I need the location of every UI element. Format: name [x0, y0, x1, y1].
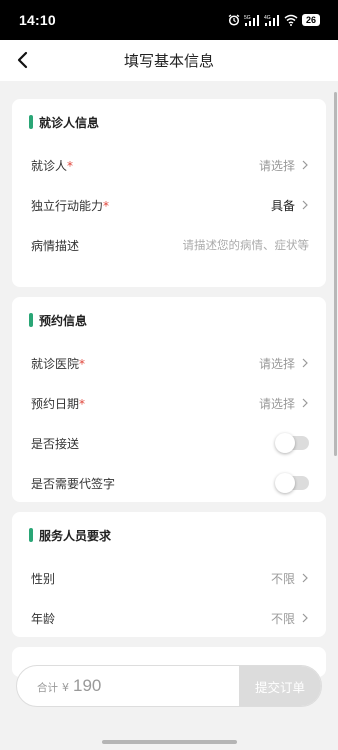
total-label: 合计 [37, 682, 58, 694]
row-value-group: 不限 [271, 570, 309, 587]
section-header: 服务人员要求 [12, 512, 326, 558]
pickup-toggle-row: 是否接送 [12, 423, 326, 463]
battery-icon: 26 [301, 14, 320, 26]
status-icons: 5G 4G 26 [228, 14, 320, 26]
chevron-right-icon [302, 613, 308, 623]
row-value-group: 请选择 [259, 395, 309, 412]
required-mark: * [79, 396, 86, 411]
row-label: 就诊人* [31, 157, 73, 174]
order-total: 合计 ¥ 190 [17, 676, 239, 696]
required-mark: * [103, 198, 110, 213]
row-value: 具备 [270, 198, 295, 213]
svg-text:4G: 4G [264, 15, 271, 21]
chevron-right-icon [302, 398, 308, 408]
section-header: 就诊人信息 [12, 99, 326, 145]
row-value-group: 请选择 [259, 355, 309, 372]
chevron-left-icon [17, 51, 28, 69]
condition-description-input[interactable]: 请描述您的病情、症状等 [183, 237, 310, 253]
currency-symbol: ¥ [62, 681, 69, 694]
home-indicator[interactable] [102, 740, 237, 744]
row-label: 性别 [31, 571, 56, 586]
required-mark: * [67, 158, 74, 173]
wifi-icon [284, 14, 298, 26]
appointment-info-card: 预约信息 就诊医院* 请选择 预约日期* 请选择 是否接送 是否需要代签字 [12, 297, 326, 502]
total-amount: 190 [73, 676, 102, 695]
page-title: 填写基本信息 [123, 52, 214, 70]
patient-info-card: 就诊人信息 就诊人* 请选择 独立行动能力* 具备 病情描述 请描述您的病情、症… [12, 99, 326, 287]
chevron-right-icon [302, 358, 308, 368]
proxy-sign-toggle[interactable] [275, 473, 309, 493]
submit-order-button[interactable]: 提交订单 [239, 666, 321, 706]
signal-5g-icon: 5G [244, 15, 259, 26]
row-value-group: 具备 [271, 197, 309, 214]
status-bar: 14:10 5G 4G 26 [0, 0, 338, 40]
back-button[interactable] [12, 50, 32, 70]
scrollbar[interactable] [334, 92, 337, 456]
row-value: 请选择 [258, 356, 295, 371]
status-time: 14:10 [19, 12, 56, 28]
row-label: 就诊医院* [31, 355, 85, 372]
proxy-sign-toggle-row: 是否需要代签字 [12, 463, 326, 503]
nav-bar: 填写基本信息 [0, 40, 338, 81]
row-label-text: 就诊人 [31, 158, 68, 173]
row-value: 不限 [270, 611, 295, 626]
toggle-knob [275, 433, 295, 453]
chevron-right-icon [302, 200, 308, 210]
row-label: 独立行动能力* [31, 197, 109, 214]
section-accent-bar [29, 313, 33, 327]
row-label: 是否接送 [31, 436, 80, 451]
section-accent-bar [29, 115, 33, 129]
toggle-knob [275, 473, 295, 493]
row-value-group: 请选择 [259, 157, 309, 174]
row-label: 预约日期* [31, 395, 85, 412]
row-label-text: 就诊医院 [31, 356, 80, 371]
row-label-text: 预约日期 [31, 396, 80, 411]
section-header: 预约信息 [12, 297, 326, 343]
svg-text:5G: 5G [244, 15, 251, 21]
signal-4g-icon: 4G [264, 15, 279, 26]
section-title: 就诊人信息 [39, 115, 100, 130]
age-select-row[interactable]: 年龄 不限 [12, 598, 326, 638]
section-accent-bar [29, 528, 33, 542]
staff-requirement-card: 服务人员要求 性别 不限 年龄 不限 [12, 512, 326, 637]
date-select-row[interactable]: 预约日期* 请选择 [12, 383, 326, 423]
row-value: 请选择 [258, 396, 295, 411]
order-bar: 合计 ¥ 190 提交订单 [16, 665, 322, 707]
required-mark: * [79, 356, 86, 371]
form-content: 就诊人信息 就诊人* 请选择 独立行动能力* 具备 病情描述 请描述您的病情、症… [0, 81, 338, 750]
chevron-right-icon [302, 160, 308, 170]
pickup-toggle[interactable] [275, 433, 309, 453]
row-value: 不限 [270, 571, 295, 586]
section-title: 预约信息 [39, 313, 88, 328]
patient-select-row[interactable]: 就诊人* 请选择 [12, 145, 326, 185]
gender-select-row[interactable]: 性别 不限 [12, 558, 326, 598]
row-label: 是否需要代签字 [31, 476, 116, 491]
row-value-group: 不限 [271, 610, 309, 627]
mobility-select-row[interactable]: 独立行动能力* 具备 [12, 185, 326, 225]
row-value: 请选择 [258, 158, 295, 173]
row-label-text: 独立行动能力 [31, 198, 104, 213]
chevron-right-icon [302, 573, 308, 583]
row-label: 年龄 [31, 611, 56, 626]
alarm-icon [228, 14, 240, 26]
section-title: 服务人员要求 [39, 528, 112, 543]
row-label: 病情描述 [31, 238, 80, 253]
hospital-select-row[interactable]: 就诊医院* 请选择 [12, 343, 326, 383]
condition-description-row: 病情描述 请描述您的病情、症状等 [12, 225, 326, 265]
